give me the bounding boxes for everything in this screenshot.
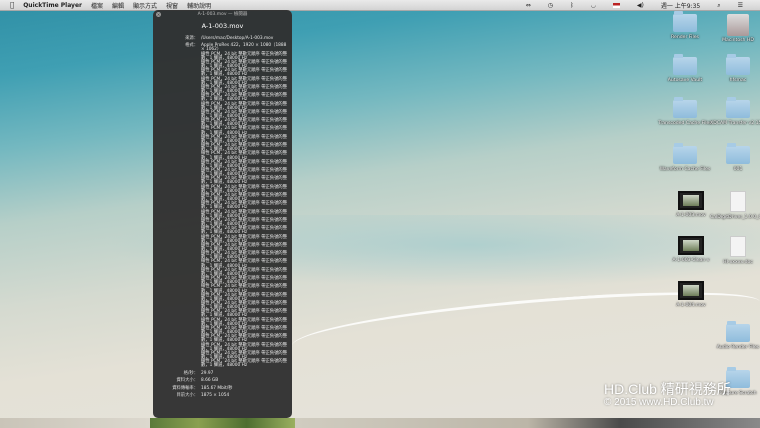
background-window xyxy=(0,418,150,428)
desktop-icon-label: Render Files xyxy=(671,35,699,40)
desktop-icon-label: Waveform Cache Files xyxy=(659,167,711,172)
folder-icon xyxy=(673,11,697,32)
audio-track-list: 線性 PCM，24 bit 整數元順序 帶正負號的整數，1 聲道，48000 H… xyxy=(201,52,288,369)
close-button[interactable]: × xyxy=(156,12,161,17)
desktop-icon-label: Audio Render Files xyxy=(716,345,760,350)
menu-app-name[interactable]: QuickTime Player xyxy=(23,2,82,9)
desktop-icon-label: Autosave Vault xyxy=(667,78,703,83)
watermark-line2: © 2015 www.HD.Club.tw xyxy=(604,397,714,408)
format-label: 格式： xyxy=(185,43,198,49)
source-label: 來源： xyxy=(185,36,198,42)
volume-icon[interactable]: ◀) xyxy=(637,2,644,9)
stat-label: 資料大小： xyxy=(176,378,198,384)
inspector-window: × A-1-003.mov — 檢閱器 A-1-003.mov 來源： /Use… xyxy=(153,10,292,418)
sync-icon[interactable]: ⇔ xyxy=(526,2,531,9)
folder-icon xyxy=(673,143,697,164)
desktop-icon-label: Transcoded Cache Files xyxy=(658,121,712,126)
apple-menu-icon[interactable]:  xyxy=(10,1,14,9)
audio-track: 線性 PCM，24 bit 整數元順序 帶正負號的整數，1 聲道，48000 H… xyxy=(201,359,287,369)
stats-list: 格/秒： 29.97 資料大小： 8.66 GB 資料傳輸率： 185.67 Mbit/秒… xyxy=(153,370,292,399)
stat-label: 目前大小： xyxy=(176,393,198,399)
folder-icon xyxy=(726,143,750,164)
menu-help[interactable]: 輔助說明 xyxy=(187,1,211,10)
desktop-icon[interactable]: CalDigitDriver_1.0.0_Catalog.dmg xyxy=(710,191,760,220)
folder-icon xyxy=(726,97,750,118)
stat-value: 1875 × 1054 xyxy=(201,393,230,399)
stat-label: 格/秒： xyxy=(183,370,198,376)
time-machine-icon[interactable]: ◷ xyxy=(548,2,553,9)
stat-label: 資料傳輸率： xyxy=(172,385,198,391)
clock[interactable]: 週一 上午9:35 xyxy=(661,1,700,10)
disk-image-icon xyxy=(730,191,746,212)
desktop-icon[interactable]: Render Files xyxy=(657,11,713,40)
desktop-icon[interactable]: XDCAM Transfer v2.15.0 xyxy=(710,97,760,126)
notification-center-icon[interactable]: ☰ xyxy=(738,2,743,9)
source-value: /Users/mac/Desktop/A-1-003.mov xyxy=(201,36,274,42)
stat-value: 8.66 GB xyxy=(201,378,219,384)
desktop-icon-label: HI-xxxxx.doc xyxy=(723,260,753,265)
background-window xyxy=(295,418,760,428)
folder-icon xyxy=(673,97,697,118)
menu-bar:  QuickTime Player 檔案 編輯 顯示方式 視窗 輔助說明 ⇔ … xyxy=(0,0,760,11)
desktop-icon-label: XDCAM Transfer v2.15.0 xyxy=(710,121,760,126)
desktop-icon[interactable]: A-1-004.mov xyxy=(663,281,719,308)
menu-view[interactable]: 顯示方式 xyxy=(133,1,157,10)
wifi-icon[interactable]: ◡ xyxy=(591,2,596,9)
folder-icon xyxy=(726,321,750,342)
desktop-icon-label: CalDigitDriver_1.0.0_Catalog.dmg xyxy=(710,215,760,220)
desktop-icon-label: hfsmac xyxy=(729,78,747,83)
desktop-icon[interactable]: Autosave Vault xyxy=(657,54,713,83)
desktop-icon[interactable]: 001 xyxy=(710,143,760,172)
desktop-icon-label: Macintosh HD xyxy=(722,38,754,43)
desktop-icon[interactable]: Transcoded Cache Files xyxy=(657,97,713,126)
spotlight-search-icon[interactable]: ⌕ xyxy=(717,2,720,10)
desktop-icon[interactable]: hfsmac xyxy=(710,54,760,83)
desktop-icon[interactable]: Audio Render Files xyxy=(710,321,760,350)
desktop-icon-label: A-1-004.mov xyxy=(676,303,706,308)
desktop-icon[interactable]: Waveform Cache Files xyxy=(657,143,713,172)
input-source-flag-icon[interactable] xyxy=(612,3,620,8)
desktop-icon[interactable]: HI-xxxxx.doc xyxy=(710,236,760,265)
drive-icon xyxy=(727,14,749,36)
menu-edit[interactable]: 編輯 xyxy=(112,1,124,10)
desktop-icon-label: 001 xyxy=(733,167,743,172)
background-window-image xyxy=(150,418,295,428)
window-title: A-1-003.mov — 檢閱器 xyxy=(197,12,248,17)
desktop-icon[interactable]: Macintosh HD xyxy=(710,14,760,43)
watermark-line1: HD.Club 精研視務所 xyxy=(604,381,731,397)
movie-icon xyxy=(678,281,704,300)
stat-value: 185.67 Mbit/秒 xyxy=(201,385,233,391)
stat-value: 29.97 xyxy=(201,370,214,376)
menu-window[interactable]: 視窗 xyxy=(166,1,178,10)
bluetooth-icon[interactable]: ᛒ xyxy=(570,2,574,9)
watermark: HD.Club 精研視務所 © 2015 www.HD.Club.tw xyxy=(604,382,731,409)
menu-file[interactable]: 檔案 xyxy=(91,1,103,10)
file-name: A-1-003.mov xyxy=(201,22,244,30)
folder-icon xyxy=(673,54,697,75)
movie-icon xyxy=(678,236,704,255)
doc-icon xyxy=(730,236,746,257)
movie-icon xyxy=(678,191,704,210)
folder-icon xyxy=(726,54,750,75)
